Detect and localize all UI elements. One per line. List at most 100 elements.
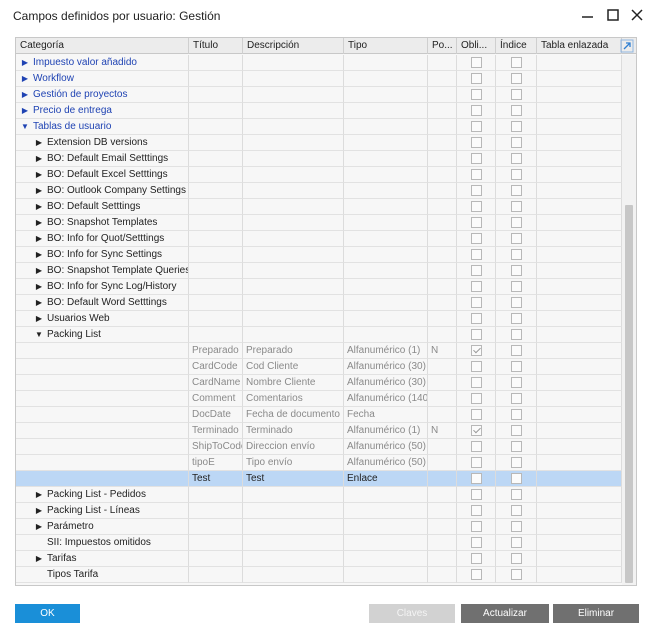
table-row[interactable]: ▶ Workflow bbox=[16, 71, 622, 87]
table-row[interactable]: ▶ Gestión de proyectos bbox=[16, 87, 622, 103]
table-row[interactable]: ▶ BO: Info for Sync Settings bbox=[16, 247, 622, 263]
table-row[interactable]: ▶ BO: Info for Quot/Setttings bbox=[16, 231, 622, 247]
index-checkbox[interactable] bbox=[511, 217, 522, 228]
mandatory-checkbox[interactable] bbox=[471, 569, 482, 580]
keys-button[interactable]: Claves bbox=[369, 604, 455, 623]
mandatory-checkbox[interactable] bbox=[471, 281, 482, 292]
mandatory-checkbox[interactable] bbox=[471, 233, 482, 244]
column-header-description[interactable]: Descripción bbox=[243, 38, 344, 54]
table-row[interactable]: ▶ Precio de entrega bbox=[16, 103, 622, 119]
index-checkbox[interactable] bbox=[511, 153, 522, 164]
mandatory-checkbox[interactable] bbox=[471, 441, 482, 452]
table-row[interactable]: ▶ Packing List - Pedidos bbox=[16, 487, 622, 503]
triangle-right-icon[interactable]: ▶ bbox=[34, 151, 44, 166]
index-checkbox[interactable] bbox=[511, 425, 522, 436]
table-row[interactable]: SII: Impuestos omitidos bbox=[16, 535, 622, 551]
index-checkbox[interactable] bbox=[511, 345, 522, 356]
mandatory-checkbox[interactable] bbox=[471, 185, 482, 196]
close-icon[interactable] bbox=[627, 6, 647, 26]
triangle-right-icon[interactable]: ▶ bbox=[34, 279, 44, 294]
mandatory-checkbox[interactable] bbox=[471, 505, 482, 516]
column-header-linked-table[interactable]: Tabla enlazada bbox=[537, 38, 622, 54]
category-label[interactable]: Impuesto valor añadido bbox=[33, 57, 137, 68]
table-row[interactable]: ▼ Tablas de usuario bbox=[16, 119, 622, 135]
column-header-type[interactable]: Tipo bbox=[344, 38, 428, 54]
triangle-right-icon[interactable]: ▶ bbox=[20, 71, 30, 86]
index-checkbox[interactable] bbox=[511, 553, 522, 564]
mandatory-checkbox[interactable] bbox=[471, 473, 482, 484]
vertical-scrollbar[interactable] bbox=[622, 55, 636, 585]
column-header-title[interactable]: Título bbox=[189, 38, 243, 54]
table-row[interactable]: Tipos Tarifa bbox=[16, 567, 622, 583]
triangle-right-icon[interactable]: ▶ bbox=[34, 231, 44, 246]
index-checkbox[interactable] bbox=[511, 329, 522, 340]
table-row[interactable]: ▶ BO: Default Word Setttings bbox=[16, 295, 622, 311]
scrollbar-thumb[interactable] bbox=[625, 205, 633, 583]
index-checkbox[interactable] bbox=[511, 121, 522, 132]
mandatory-checkbox[interactable] bbox=[471, 105, 482, 116]
column-header-index[interactable]: Índice bbox=[496, 38, 537, 54]
triangle-down-icon[interactable]: ▼ bbox=[20, 119, 30, 134]
index-checkbox[interactable] bbox=[511, 297, 522, 308]
triangle-right-icon[interactable]: ▶ bbox=[34, 167, 44, 182]
triangle-down-icon[interactable]: ▼ bbox=[34, 327, 44, 342]
triangle-right-icon[interactable]: ▶ bbox=[34, 199, 44, 214]
mandatory-checkbox[interactable] bbox=[471, 521, 482, 532]
mandatory-checkbox[interactable] bbox=[471, 425, 482, 436]
mandatory-checkbox[interactable] bbox=[471, 57, 482, 68]
triangle-right-icon[interactable]: ▶ bbox=[34, 183, 44, 198]
maximize-icon[interactable] bbox=[603, 6, 623, 26]
triangle-right-icon[interactable]: ▶ bbox=[34, 215, 44, 230]
mandatory-checkbox[interactable] bbox=[471, 553, 482, 564]
index-checkbox[interactable] bbox=[511, 201, 522, 212]
index-checkbox[interactable] bbox=[511, 521, 522, 532]
table-row[interactable]: ▶ BO: Default Email Setttings bbox=[16, 151, 622, 167]
table-row[interactable]: ▶ BO: Snapshot Templates bbox=[16, 215, 622, 231]
index-checkbox[interactable] bbox=[511, 441, 522, 452]
index-checkbox[interactable] bbox=[511, 377, 522, 388]
triangle-right-icon[interactable]: ▶ bbox=[34, 503, 44, 518]
mandatory-checkbox[interactable] bbox=[471, 137, 482, 148]
mandatory-checkbox[interactable] bbox=[471, 217, 482, 228]
index-checkbox[interactable] bbox=[511, 105, 522, 116]
update-button[interactable]: Actualizar bbox=[461, 604, 549, 623]
mandatory-checkbox[interactable] bbox=[471, 169, 482, 180]
table-row[interactable]: ShipToCode Direccion envío Alfanumérico (5… bbox=[16, 439, 622, 455]
index-checkbox[interactable] bbox=[511, 281, 522, 292]
table-row[interactable]: ▶ BO: Default Setttings bbox=[16, 199, 622, 215]
index-checkbox[interactable] bbox=[511, 233, 522, 244]
mandatory-checkbox[interactable] bbox=[471, 265, 482, 276]
minimize-icon[interactable] bbox=[578, 6, 598, 26]
table-row[interactable]: ▶ Tarifas bbox=[16, 551, 622, 567]
triangle-right-icon[interactable]: ▶ bbox=[34, 311, 44, 326]
mandatory-checkbox[interactable] bbox=[471, 409, 482, 420]
mandatory-checkbox[interactable] bbox=[471, 121, 482, 132]
triangle-right-icon[interactable]: ▶ bbox=[34, 519, 44, 534]
mandatory-checkbox[interactable] bbox=[471, 489, 482, 500]
index-checkbox[interactable] bbox=[511, 265, 522, 276]
table-row[interactable]: ▶ Extension DB versions bbox=[16, 135, 622, 151]
mandatory-checkbox[interactable] bbox=[471, 329, 482, 340]
mandatory-checkbox[interactable] bbox=[471, 313, 482, 324]
triangle-right-icon[interactable]: ▶ bbox=[34, 487, 44, 502]
index-checkbox[interactable] bbox=[511, 313, 522, 324]
mandatory-checkbox[interactable] bbox=[471, 73, 482, 84]
column-header-category[interactable]: Categoría bbox=[16, 38, 189, 54]
index-checkbox[interactable] bbox=[511, 169, 522, 180]
index-checkbox[interactable] bbox=[511, 73, 522, 84]
mandatory-checkbox[interactable] bbox=[471, 377, 482, 388]
table-row[interactable]: ▶ Usuarios Web bbox=[16, 311, 622, 327]
index-checkbox[interactable] bbox=[511, 537, 522, 548]
column-header-position[interactable]: Po... bbox=[428, 38, 457, 54]
triangle-right-icon[interactable]: ▶ bbox=[34, 247, 44, 262]
triangle-right-icon[interactable]: ▶ bbox=[34, 135, 44, 150]
index-checkbox[interactable] bbox=[511, 569, 522, 580]
table-row[interactable]: Terminado Terminado Alfanumérico (1) N bbox=[16, 423, 622, 439]
table-row[interactable]: Preparado Preparado Alfanumérico (1) N bbox=[16, 343, 622, 359]
table-row[interactable]: tipoE Tipo envío Alfanumérico (50) bbox=[16, 455, 622, 471]
mandatory-checkbox[interactable] bbox=[471, 361, 482, 372]
mandatory-checkbox[interactable] bbox=[471, 393, 482, 404]
category-label[interactable]: Tablas de usuario bbox=[33, 121, 111, 132]
table-row[interactable]: ▶ Impuesto valor añadido bbox=[16, 55, 622, 71]
mandatory-checkbox[interactable] bbox=[471, 153, 482, 164]
